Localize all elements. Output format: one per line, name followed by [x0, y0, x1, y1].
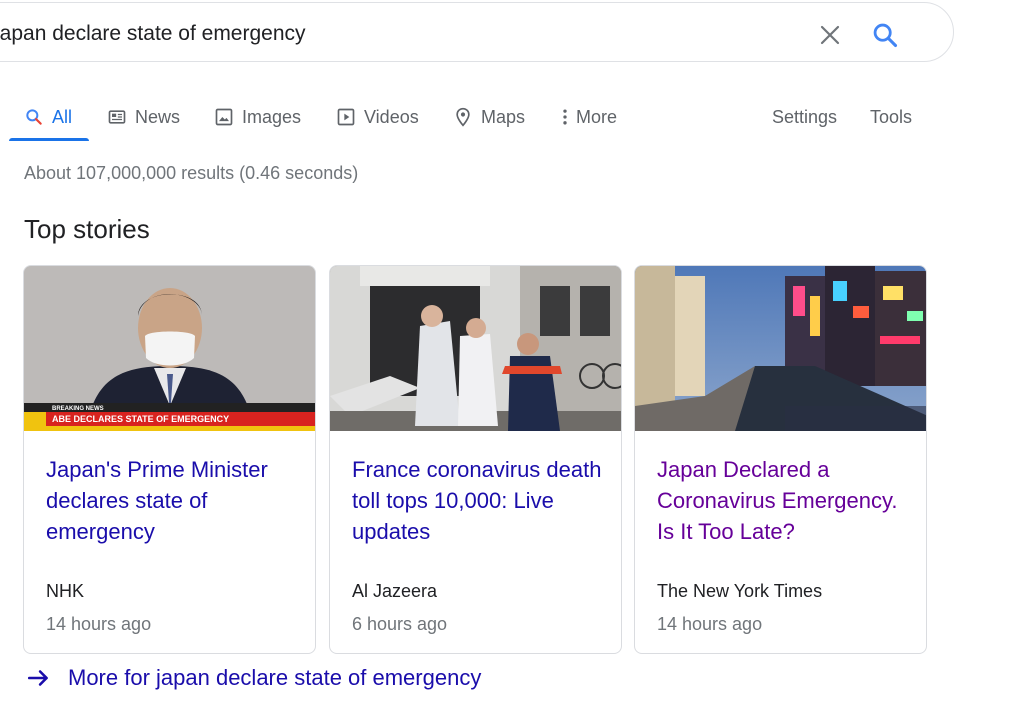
tab-more[interactable]: More	[560, 92, 617, 142]
more-stories-label: More for japan declare state of emergenc…	[68, 665, 482, 690]
story-title-3[interactable]: Japan Declared a Coronavirus Emergency. …	[657, 454, 907, 547]
tab-videos[interactable]: Videos	[336, 92, 419, 142]
top-stories-heading: Top stories	[24, 214, 150, 244]
tools-label: Tools	[870, 106, 913, 127]
tab-images-label: Images	[242, 106, 302, 127]
map-pin-icon	[456, 107, 470, 127]
close-icon	[820, 25, 840, 45]
news-banner-small: BREAKING NEWS	[52, 406, 104, 412]
tab-images[interactable]: Images	[214, 92, 301, 142]
story-title-1[interactable]: Japan's Prime Minister declares state of…	[46, 454, 296, 547]
story-thumbnail-2	[330, 266, 621, 431]
story-source-3: The New York Times	[657, 581, 823, 601]
story-card-3[interactable]: Japan Declared a Coronavirus Emergency. …	[634, 265, 927, 654]
search-bar	[0, 2, 954, 62]
settings-label: Settings	[772, 106, 838, 127]
tools-link[interactable]: Tools	[870, 92, 912, 142]
story-card-1[interactable]: BREAKING NEWS ABE DECLARES STATE OF EMER…	[23, 265, 316, 654]
story-time-3: 14 hours ago	[657, 614, 763, 634]
story-source-2: Al Jazeera	[352, 581, 438, 601]
tab-news[interactable]: News	[107, 92, 180, 142]
tab-all-label: All	[52, 106, 73, 127]
search-tabs: All News Images Videos Maps More Setting…	[0, 92, 1024, 142]
settings-link[interactable]: Settings	[772, 92, 837, 142]
tab-maps[interactable]: Maps	[453, 92, 525, 142]
arrow-right-icon	[27, 670, 48, 686]
play-icon	[337, 108, 355, 126]
story-time-1: 14 hours ago	[46, 614, 152, 634]
search-icon	[26, 109, 42, 125]
more-stories-link[interactable]: More for japan declare state of emergenc…	[26, 665, 481, 691]
image-icon	[215, 108, 233, 126]
search-icon	[873, 23, 898, 48]
story-time-2: 6 hours ago	[352, 614, 448, 634]
tab-news-label: News	[135, 106, 181, 127]
tab-videos-label: Videos	[364, 106, 419, 127]
clear-search-button[interactable]	[815, 20, 845, 50]
more-vert-icon	[563, 109, 567, 125]
search-input[interactable]	[0, 17, 775, 51]
newspaper-icon	[108, 110, 126, 124]
tab-maps-label: Maps	[481, 106, 526, 127]
search-button[interactable]	[868, 18, 902, 52]
search-results-page: All News Images Videos	[0, 0, 1024, 724]
news-banner-headline: ABE DECLARES STATE OF EMERGENCY	[52, 414, 229, 424]
active-tab-indicator	[9, 138, 89, 141]
story-source-1: NHK	[46, 581, 85, 601]
tab-more-label: More	[576, 106, 618, 127]
tab-all[interactable]: All	[24, 92, 72, 142]
story-card-2[interactable]: France coronavirus death toll tops 10,00…	[329, 265, 622, 654]
result-stats: About 107,000,000 results (0.46 seconds)	[24, 163, 359, 183]
story-title-2[interactable]: France coronavirus death toll tops 10,00…	[352, 454, 602, 547]
story-thumbnail-1: BREAKING NEWS ABE DECLARES STATE OF EMER…	[24, 266, 315, 431]
story-thumbnail-3	[635, 266, 926, 431]
